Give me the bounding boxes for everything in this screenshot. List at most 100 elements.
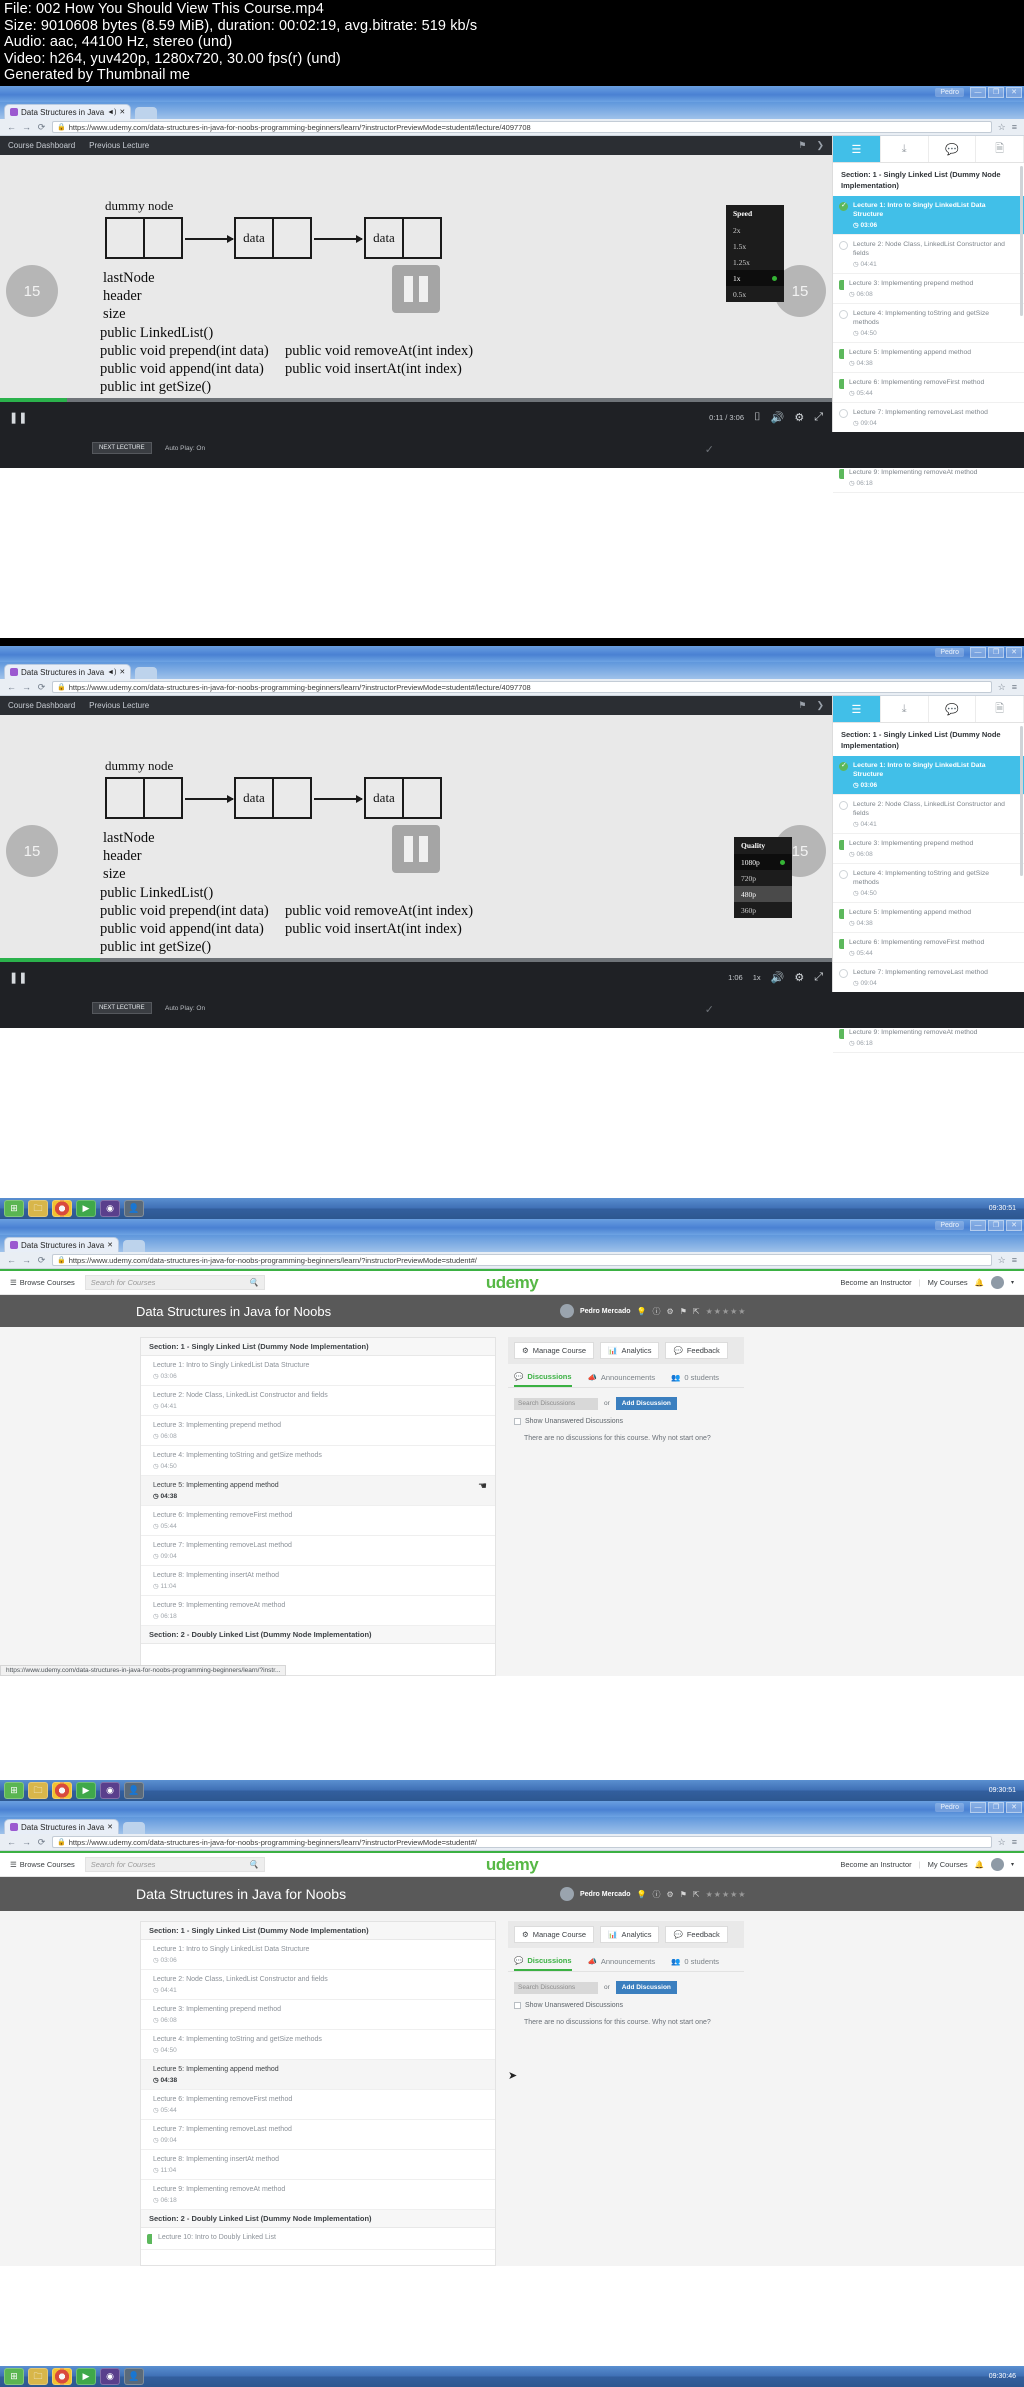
new-tab-button-2[interactable] bbox=[135, 667, 158, 679]
curriculum-row-next-section[interactable]: Lecture 10: Intro to Doubly Linked List bbox=[141, 2228, 495, 2250]
play-pause-icon[interactable]: ❚❚ bbox=[9, 411, 27, 424]
info-icon-4[interactable]: ⓘ bbox=[653, 1889, 661, 1900]
next-lecture-button-1[interactable]: NEXT LECTURE bbox=[92, 442, 152, 454]
curriculum-row[interactable]: Lecture 5: Implementing append method ◷ 0… bbox=[141, 2060, 495, 2090]
curriculum-row[interactable]: Lecture 9: Implementing removeAt method ◷… bbox=[141, 2180, 495, 2210]
analytics-button-4[interactable]: 📊 Analytics bbox=[600, 1926, 660, 1943]
app-icon[interactable]: 👤 bbox=[124, 1200, 144, 1217]
cc-icon[interactable]: ⌷ bbox=[754, 411, 761, 424]
speed-option-2x[interactable]: 2x bbox=[726, 222, 784, 238]
reload-icon-4[interactable]: ⟳ bbox=[37, 1837, 46, 1848]
curriculum-row[interactable]: Lecture 1: Intro to Singly LinkedList Da… bbox=[141, 1356, 495, 1386]
new-tab-button-3[interactable] bbox=[123, 1240, 146, 1252]
lightbulb-icon-4[interactable]: 💡 bbox=[637, 1890, 647, 1899]
curriculum-row[interactable]: Lecture 7: Implementing removeLast metho… bbox=[141, 1536, 495, 1566]
rewind-15-button[interactable]: 15 bbox=[6, 265, 58, 317]
chevron-down-icon-4[interactable]: ▾ bbox=[1011, 1861, 1014, 1868]
tab-close-icon[interactable]: ✕ bbox=[119, 108, 125, 116]
curriculum-row[interactable]: Lecture 3: Implementing prepend method ◷ … bbox=[141, 1416, 495, 1446]
address-bar-2[interactable]: 🔒 https://www.udemy.com/data-structures-… bbox=[52, 681, 992, 693]
flag-icon-2[interactable]: ⚑ bbox=[798, 700, 806, 711]
rail-lecture-row[interactable]: Lecture 3: Implementing prepend method ◷ … bbox=[833, 274, 1024, 304]
share-icon[interactable]: ⇱ bbox=[693, 1307, 700, 1316]
quality-option-720p[interactable]: 720p bbox=[734, 870, 792, 886]
flag-icon[interactable]: ⚑ bbox=[798, 140, 806, 151]
speed-option-1x[interactable]: 1x bbox=[726, 270, 784, 286]
fullscreen-icon[interactable]: ⤢ bbox=[814, 411, 823, 424]
share-icon-4[interactable]: ⇱ bbox=[693, 1890, 700, 1899]
rail-lecture-row[interactable]: Lecture 6: Implementing removeFirst meth… bbox=[833, 933, 1024, 963]
new-tab-button-4[interactable] bbox=[123, 1822, 146, 1834]
tab-students-4[interactable]: 👥 0 students bbox=[671, 1956, 719, 1971]
close-button-2[interactable]: ✕ bbox=[1006, 647, 1022, 658]
avatar[interactable] bbox=[990, 1276, 1004, 1289]
start-icon[interactable]: ⊞ bbox=[4, 1200, 24, 1217]
bookmark-star-icon-3[interactable]: ☆ bbox=[998, 1255, 1006, 1266]
become-instructor-link[interactable]: Become an Instructor bbox=[840, 1278, 911, 1287]
rail-lecture-row[interactable]: Lecture 1: Intro to Singly LinkedList Da… bbox=[833, 756, 1024, 795]
browser-tab-2[interactable]: Data Structures in Java ◄) ✕ bbox=[4, 664, 132, 679]
curriculum-row[interactable]: Lecture 8: Implementing insertAt method ◷… bbox=[141, 2150, 495, 2180]
chrome-menu-icon-3[interactable]: ≡ bbox=[1012, 1255, 1017, 1265]
rail-tab-downloads-2[interactable]: ⤓ bbox=[881, 696, 929, 722]
gear-icon[interactable]: ⚙ bbox=[667, 1307, 674, 1316]
mark-complete-check-2[interactable]: ✓ bbox=[705, 1003, 714, 1016]
maximize-button-2[interactable]: ❐ bbox=[988, 647, 1004, 658]
minimize-button[interactable]: — bbox=[970, 87, 986, 98]
chrome-menu-icon-2[interactable]: ≡ bbox=[1012, 682, 1017, 692]
tab-students[interactable]: 👥 0 students bbox=[671, 1372, 719, 1387]
course-dashboard-link[interactable]: Course Dashboard bbox=[8, 141, 75, 150]
volume-icon[interactable]: 🔊 bbox=[771, 411, 785, 424]
forward-icon-4[interactable]: → bbox=[22, 1837, 31, 1847]
settings-gear-icon-2[interactable]: ⚙ bbox=[794, 971, 804, 984]
rail-scrollbar-2[interactable] bbox=[1020, 726, 1023, 876]
close-button[interactable]: ✕ bbox=[1006, 87, 1022, 98]
course-search-input-4[interactable]: Search for Courses 🔍 bbox=[84, 1857, 265, 1872]
bookmark-star-icon[interactable]: ☆ bbox=[998, 122, 1006, 133]
pause-button-2[interactable] bbox=[392, 825, 440, 873]
curriculum-row[interactable]: Lecture 2: Node Class, LinkedList Constr… bbox=[141, 1970, 495, 2000]
forward-icon[interactable]: → bbox=[22, 122, 31, 132]
forward-icon-3[interactable]: → bbox=[22, 1255, 31, 1265]
minimize-button-3[interactable]: — bbox=[970, 1220, 986, 1231]
address-bar[interactable]: 🔒 https://www.udemy.com/data-structures-… bbox=[52, 121, 992, 133]
address-bar-3[interactable]: 🔒 https://www.udemy.com/data-structures-… bbox=[52, 1254, 992, 1266]
speed-option-0-5x[interactable]: 0.5x bbox=[726, 286, 784, 302]
maximize-button-4[interactable]: ❐ bbox=[988, 1802, 1004, 1813]
back-icon-2[interactable]: ← bbox=[7, 682, 16, 692]
manage-course-button[interactable]: ⚙ Manage Course bbox=[514, 1342, 595, 1359]
rail-tab-notes-2[interactable]: 🗎 bbox=[976, 696, 1024, 722]
chrome-menu-icon-4[interactable]: ≡ bbox=[1012, 1837, 1017, 1847]
minimize-button-2[interactable]: — bbox=[970, 647, 986, 658]
add-discussion-button-4[interactable]: Add Discussion bbox=[615, 1981, 677, 1994]
chrome-menu-icon[interactable]: ≡ bbox=[1012, 122, 1017, 132]
quality-option-360p[interactable]: 360p bbox=[734, 902, 792, 918]
manage-course-button-4[interactable]: ⚙ Manage Course bbox=[514, 1926, 595, 1943]
curriculum-row[interactable]: Lecture 6: Implementing removeFirst meth… bbox=[141, 1506, 495, 1536]
bookmark-star-icon-4[interactable]: ☆ bbox=[998, 1837, 1006, 1848]
chrome-icon[interactable] bbox=[52, 1200, 72, 1217]
my-courses-link[interactable]: My Courses bbox=[928, 1278, 968, 1287]
curriculum-row[interactable]: Lecture 4: Implementing toString and get… bbox=[141, 2030, 495, 2060]
pause-button[interactable] bbox=[392, 265, 440, 313]
feedback-button-4[interactable]: 💬 Feedback bbox=[665, 1926, 728, 1943]
folder-icon-3[interactable]: 🗀 bbox=[28, 2368, 48, 2385]
show-unanswered-row-4[interactable]: Show Unanswered Discussions bbox=[508, 1994, 744, 2009]
speed-option-1-25x[interactable]: 1.25x bbox=[726, 254, 784, 270]
rail-tab-notes[interactable]: 🗎 bbox=[976, 136, 1024, 162]
rail-lecture-row[interactable]: Lecture 7: Implementing removeLast metho… bbox=[833, 963, 1024, 993]
previous-lecture-link[interactable]: Previous Lecture bbox=[89, 141, 149, 150]
address-bar-4[interactable]: 🔒 https://www.udemy.com/data-structures-… bbox=[52, 1836, 992, 1848]
folder-icon-2[interactable]: 🗀 bbox=[28, 1782, 48, 1799]
course-dashboard-link-2[interactable]: Course Dashboard bbox=[8, 701, 75, 710]
curriculum-row[interactable]: Lecture 6: Implementing removeFirst meth… bbox=[141, 2090, 495, 2120]
search-discussions-input[interactable]: Search Discussions bbox=[514, 1397, 598, 1410]
next-lecture-chevron-icon-2[interactable]: ❯ bbox=[816, 700, 824, 711]
tab-announcements-4[interactable]: 📣 Announcements bbox=[588, 1956, 656, 1971]
course-search-input[interactable]: Search for Courses 🔍 bbox=[84, 1275, 265, 1290]
flag-icon-4[interactable]: ⚑ bbox=[680, 1890, 687, 1899]
minimize-button-4[interactable]: — bbox=[970, 1802, 986, 1813]
start-icon-3[interactable]: ⊞ bbox=[4, 2368, 24, 2385]
analytics-button[interactable]: 📊 Analytics bbox=[600, 1342, 660, 1359]
start-icon-2[interactable]: ⊞ bbox=[4, 1782, 24, 1799]
